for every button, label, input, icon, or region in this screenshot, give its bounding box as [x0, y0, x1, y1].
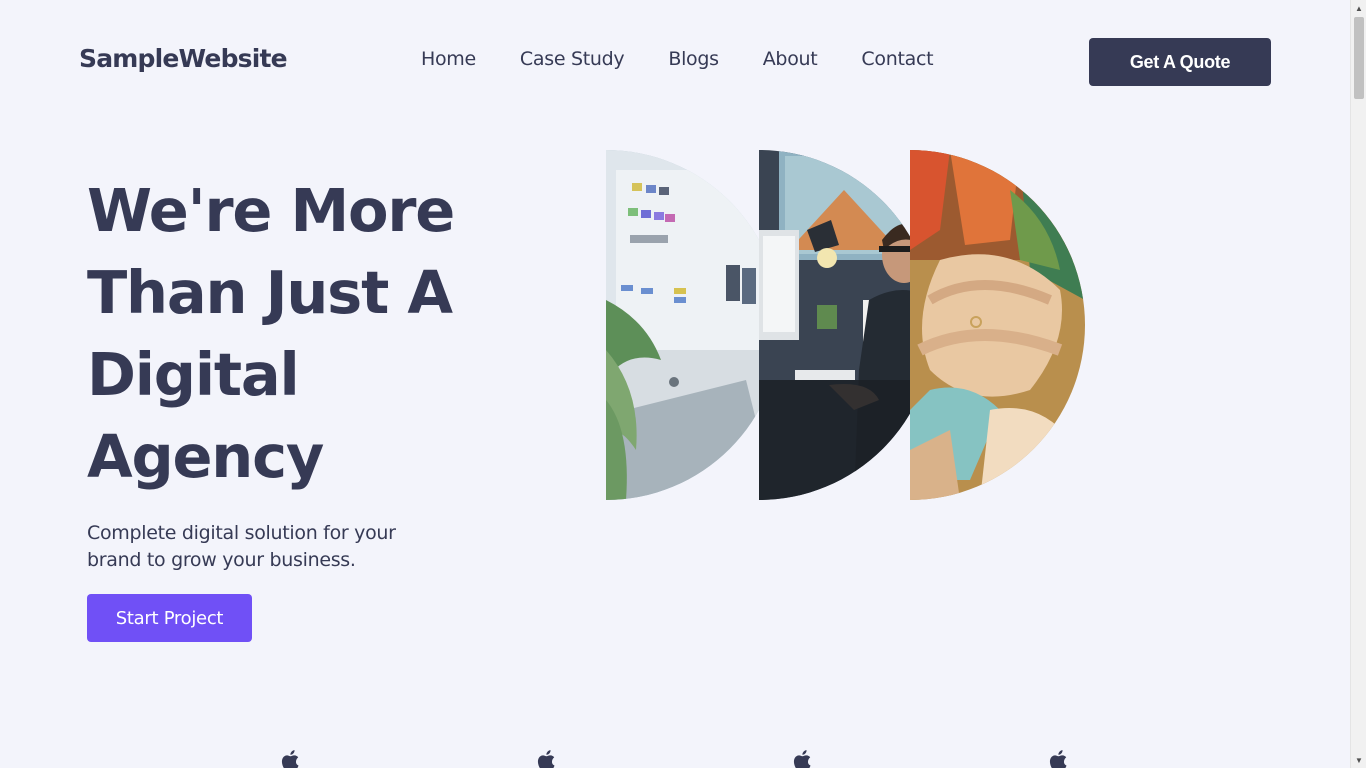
hero-image-collage — [606, 150, 1086, 500]
nav-blogs[interactable]: Blogs — [668, 48, 719, 70]
scroll-up-arrow-icon[interactable]: ▲ — [1351, 0, 1366, 16]
page-scrollbar[interactable]: ▲ ▼ — [1350, 0, 1366, 768]
hero-subtitle: Complete digital solution for your brand… — [87, 522, 396, 571]
hero-title: We're More Than Just A Digital Agency — [87, 176, 455, 491]
site-logo[interactable]: SampleWebsite — [79, 44, 288, 73]
scroll-down-arrow-icon[interactable]: ▼ — [1351, 752, 1366, 768]
brand-logos — [0, 744, 1350, 768]
scroll-thumb[interactable] — [1354, 17, 1364, 99]
main-nav: Home Case Study Blogs About Contact — [421, 48, 934, 70]
start-project-button[interactable]: Start Project — [87, 594, 252, 642]
get-quote-button[interactable]: Get A Quote — [1089, 38, 1271, 86]
team-hands-photo — [910, 150, 1085, 500]
nav-home[interactable]: Home — [421, 48, 476, 70]
nav-contact[interactable]: Contact — [861, 48, 933, 70]
design-workspace-photo — [606, 150, 781, 500]
nav-about[interactable]: About — [763, 48, 818, 70]
apple-icon — [793, 750, 811, 768]
designer-at-desk-photo — [759, 150, 934, 500]
nav-case-study[interactable]: Case Study — [520, 48, 625, 70]
apple-icon — [1049, 750, 1067, 768]
apple-icon — [537, 750, 555, 768]
apple-icon — [281, 750, 299, 768]
